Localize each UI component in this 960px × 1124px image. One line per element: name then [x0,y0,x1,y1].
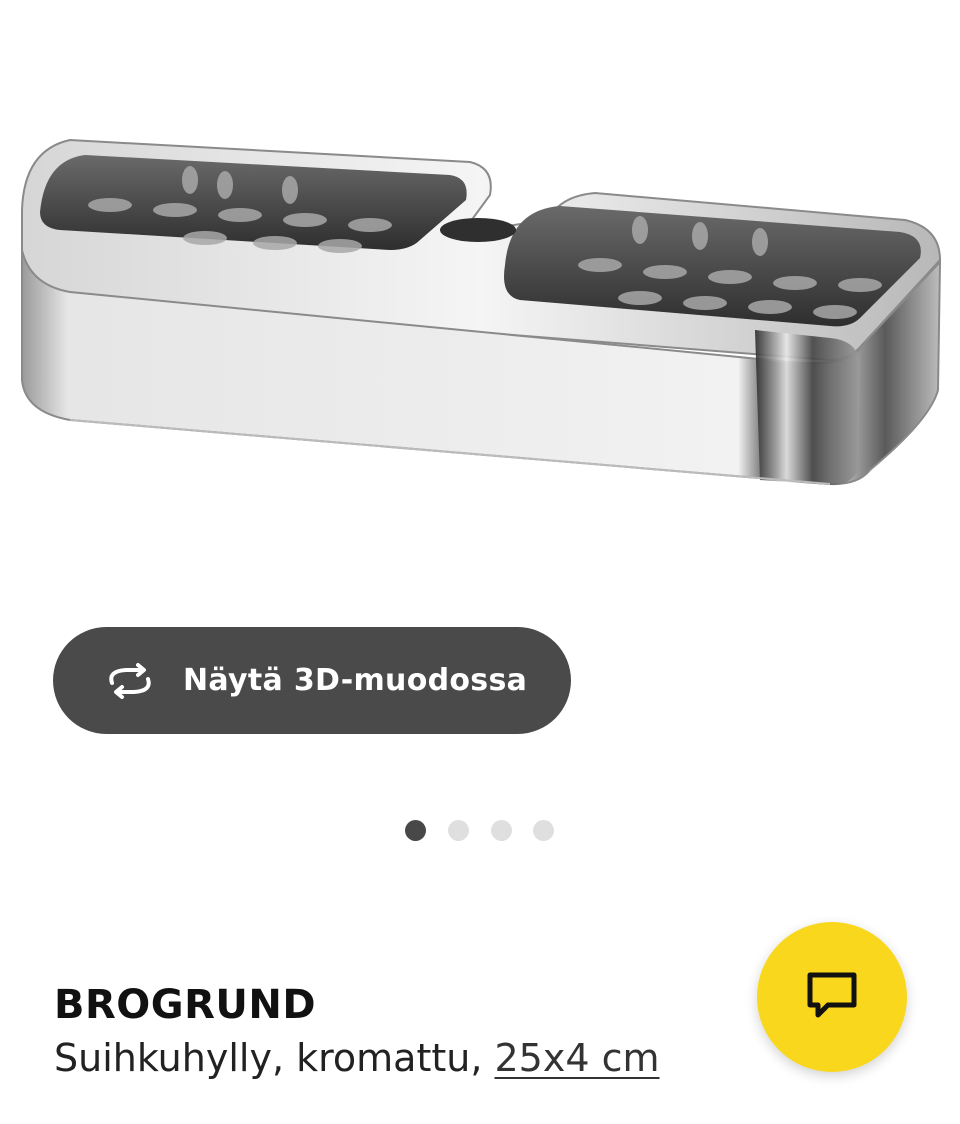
chat-bubble-icon [806,971,858,1023]
product-page: Näytä 3D-muodossa BROGRUND Suihkuhylly, … [0,0,960,1124]
carousel-dots [0,818,960,842]
carousel-dot-1[interactable] [405,820,426,841]
rotate-3d-icon [101,661,159,701]
view-3d-label: Näytä 3D-muodossa [183,663,528,698]
view-3d-button[interactable]: Näytä 3D-muodossa [53,627,571,734]
product-size-link[interactable]: 25x4 cm [495,1036,660,1080]
carousel-dot-4[interactable] [533,820,554,841]
product-name: BROGRUND [54,982,317,1028]
carousel-dot-3[interactable] [491,820,512,841]
product-description-text: Suihkuhylly, kromattu, [54,1036,495,1080]
chat-button[interactable] [757,922,907,1072]
product-description: Suihkuhylly, kromattu, 25x4 cm [54,1036,660,1080]
carousel-dot-2[interactable] [448,820,469,841]
product-image[interactable] [0,0,960,600]
